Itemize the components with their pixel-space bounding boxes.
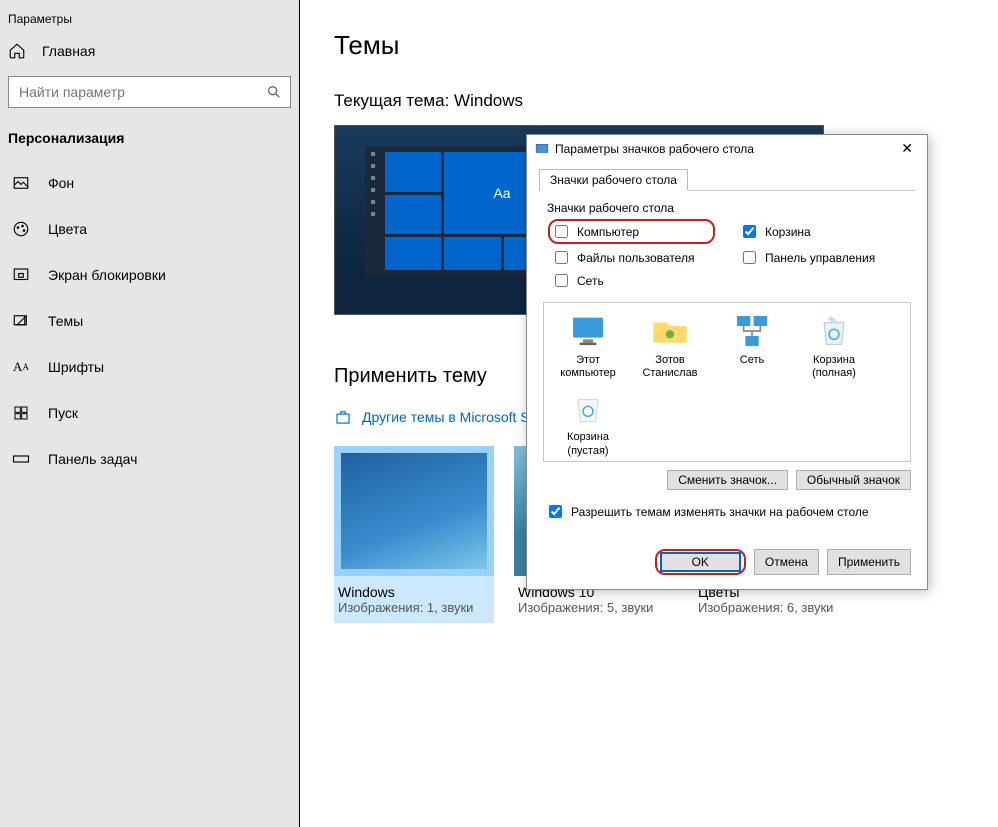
change-icon-button[interactable]: Сменить значок... <box>667 470 788 490</box>
icon-network[interactable]: Сеть <box>716 311 788 380</box>
sidebar: Параметры Главная Персонализация Фон Цве… <box>0 0 300 827</box>
chk-computer[interactable]: Компьютер <box>548 219 715 244</box>
chk-network[interactable]: Сеть <box>551 271 715 290</box>
nav-label: Пуск <box>48 405 78 421</box>
home-icon <box>8 42 26 60</box>
nav-label: Экран блокировки <box>48 267 166 283</box>
dialog-titlebar: Параметры значков рабочего стола ✕ <box>527 135 927 162</box>
icon-recycle-empty[interactable]: Корзина (пустая) <box>552 388 624 457</box>
theme-desc: Изображения: 1, звуки <box>334 600 494 615</box>
lock-screen-icon <box>12 266 30 284</box>
section-header: Персонализация <box>0 116 299 160</box>
image-icon <box>12 174 30 192</box>
allow-themes-checkbox[interactable]: Разрешить темам изменять значки на рабоч… <box>539 494 915 529</box>
theme-desc: Изображения: 6, звуки <box>694 600 854 615</box>
nav-label: Темы <box>48 313 83 329</box>
computer-icon <box>568 311 608 351</box>
icon-well[interactable]: Этот компьютер Зотов Станислав Сеть Корз… <box>543 302 911 462</box>
nav-fonts[interactable]: AA Шрифты <box>0 344 299 390</box>
tab-desktop-icons[interactable]: Значки рабочего стола <box>539 169 688 191</box>
home-nav[interactable]: Главная <box>0 26 299 76</box>
dialog-title-text: Параметры значков рабочего стола <box>555 142 754 156</box>
nav-label: Фон <box>48 175 74 191</box>
nav-themes[interactable]: Темы <box>0 298 299 344</box>
recycle-empty-icon <box>568 388 608 428</box>
recycle-full-icon <box>814 311 854 351</box>
theme-name: Windows <box>334 576 494 600</box>
chk-control[interactable]: Панель управления <box>739 248 903 267</box>
icon-user[interactable]: Зотов Станислав <box>634 311 706 380</box>
ok-highlight: OK <box>655 549 746 575</box>
dialog-icon <box>535 142 549 156</box>
nav-lockscreen[interactable]: Экран блокировки <box>0 252 299 298</box>
tab-strip: Значки рабочего стола <box>539 168 915 191</box>
home-label: Главная <box>42 43 95 59</box>
chk-userfiles[interactable]: Файлы пользователя <box>551 248 715 267</box>
search-icon <box>266 84 282 100</box>
ok-button[interactable]: OK <box>661 553 740 571</box>
palette-icon <box>12 220 30 238</box>
default-icon-button[interactable]: Обычный значок <box>796 470 911 490</box>
store-icon <box>334 408 352 426</box>
search-input[interactable] <box>17 83 266 101</box>
theme-card-windows[interactable]: Windows Изображения: 1, звуки <box>334 446 494 623</box>
start-icon <box>12 404 30 422</box>
nav-background[interactable]: Фон <box>0 160 299 206</box>
group-label: Значки рабочего стола <box>539 201 915 215</box>
theme-thumb <box>334 446 494 576</box>
app-title: Параметры <box>0 0 299 26</box>
nav-taskbar[interactable]: Панель задач <box>0 436 299 482</box>
desktop-icons-dialog: Параметры значков рабочего стола ✕ Значк… <box>526 134 928 590</box>
nav-colors[interactable]: Цвета <box>0 206 299 252</box>
theme-desc: Изображения: 5, звуки <box>514 600 674 615</box>
cancel-button[interactable]: Отмена <box>754 549 819 575</box>
nav-label: Панель задач <box>48 451 137 467</box>
nav-start[interactable]: Пуск <box>0 390 299 436</box>
close-button[interactable]: ✕ <box>895 140 919 157</box>
taskbar-icon <box>12 450 30 468</box>
user-folder-icon <box>650 311 690 351</box>
nav-label: Шрифты <box>48 359 104 375</box>
icon-recycle-full[interactable]: Корзина (полная) <box>798 311 870 380</box>
current-theme-label: Текущая тема: Windows <box>334 91 978 111</box>
icon-this-pc[interactable]: Этот компьютер <box>552 311 624 380</box>
store-link-text: Другие темы в Microsoft S <box>362 409 530 425</box>
search-box[interactable] <box>8 76 291 108</box>
themes-icon <box>12 312 30 330</box>
network-icon <box>732 311 772 351</box>
nav-label: Цвета <box>48 221 87 237</box>
fonts-icon: AA <box>12 358 30 376</box>
chk-recycle[interactable]: Корзина <box>739 219 903 244</box>
page-title: Темы <box>334 30 978 61</box>
apply-button[interactable]: Применить <box>827 549 911 575</box>
